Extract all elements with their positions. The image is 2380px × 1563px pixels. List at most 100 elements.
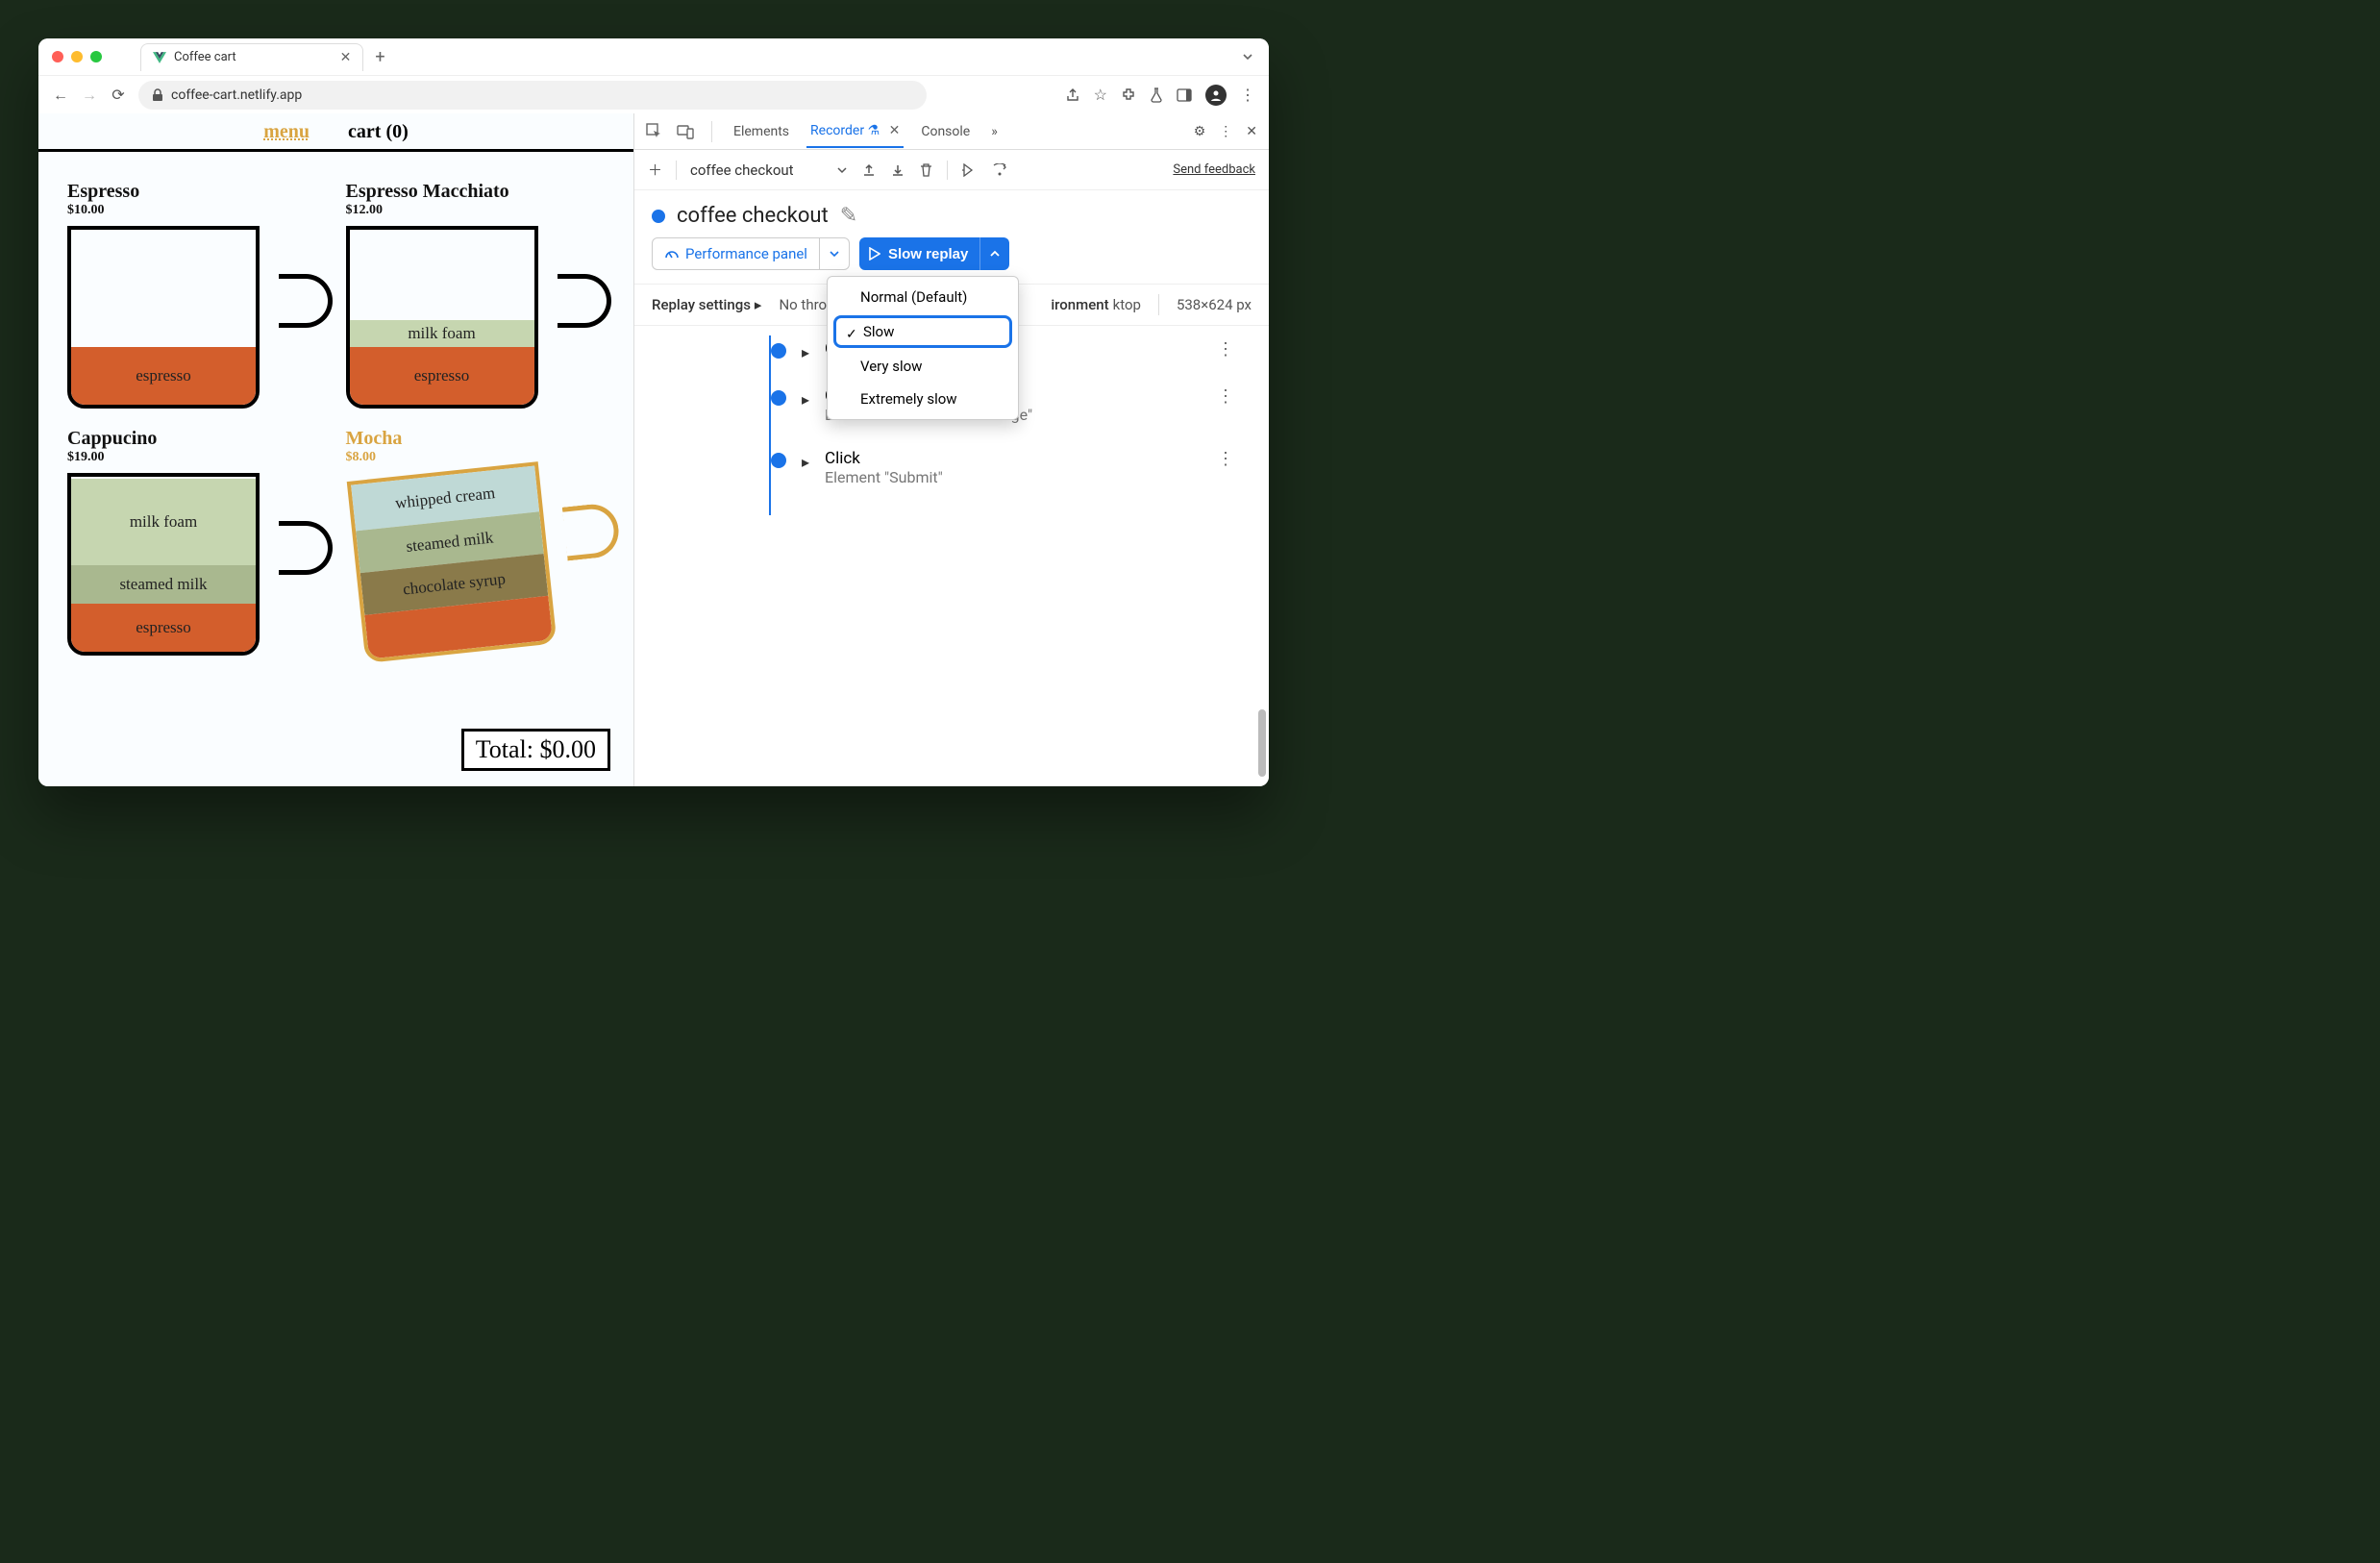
delete-icon[interactable] xyxy=(919,162,933,178)
tabs-overflow-icon[interactable] xyxy=(1240,49,1255,64)
product-name: Cappucino xyxy=(67,428,327,450)
nav-menu-link[interactable]: menu xyxy=(263,121,310,143)
perf-panel-button[interactable]: Performance panel xyxy=(652,237,820,270)
actions-row: Performance panel Slow replay xyxy=(634,237,1269,284)
close-devtools-icon[interactable]: ✕ xyxy=(1246,124,1257,139)
replay-speed-option[interactable]: Very slow xyxy=(828,350,1018,383)
expand-step-icon[interactable]: ▸ xyxy=(802,390,809,409)
product-card[interactable]: Espresso Macchiato$12.00 milk foamespress… xyxy=(346,181,606,409)
product-name: Mocha xyxy=(346,428,606,450)
total-display: Total: $0.00 xyxy=(461,729,610,771)
export-icon[interactable] xyxy=(861,162,877,178)
tab-elements[interactable]: Elements xyxy=(730,124,793,139)
expand-step-icon[interactable]: ▸ xyxy=(802,453,809,471)
recorder-toolbar: ＋ coffee checkout Send feedback xyxy=(634,150,1269,190)
back-button[interactable]: ← xyxy=(52,86,69,105)
product-price: $19.00 xyxy=(67,450,327,465)
page-nav: menu cart (0) xyxy=(38,113,633,152)
reload-button[interactable]: ⟳ xyxy=(110,86,127,104)
step-more-icon[interactable]: ⋮ xyxy=(1217,386,1234,407)
replay-speed-option[interactable]: Normal (Default) xyxy=(828,281,1018,313)
traffic-min-icon[interactable] xyxy=(71,51,83,62)
product-price: $10.00 xyxy=(67,203,327,218)
close-recorder-tab-icon[interactable]: ✕ xyxy=(889,123,901,138)
devtools-tabs: Elements Recorder ⚗ ✕ Console » ⚙ ⋮ ✕ xyxy=(634,113,1269,150)
import-icon[interactable] xyxy=(890,162,905,178)
url-box[interactable]: coffee-cart.netlify.app xyxy=(138,81,927,110)
recording-status-dot-icon xyxy=(652,210,665,223)
tabs-more-icon[interactable]: » xyxy=(987,124,1002,139)
timeline-step[interactable]: ▸ClickElement "Submit"⋮ xyxy=(771,449,1246,486)
env-desktop: ktop xyxy=(1113,296,1141,313)
send-feedback-link[interactable]: Send feedback xyxy=(1173,162,1255,177)
product-card[interactable]: Mocha$8.00whipped creamsteamed milkchoco… xyxy=(346,428,606,656)
address-bar: ← → ⟳ coffee-cart.netlify.app ☆ ⋮ xyxy=(38,75,1269,113)
flask-icon: ⚗ xyxy=(868,123,880,138)
nav-cart-link[interactable]: cart (0) xyxy=(348,121,409,143)
cup-layer: steamed milk xyxy=(71,565,256,604)
device-toolbar-icon[interactable] xyxy=(677,124,694,139)
step-over-icon[interactable] xyxy=(961,163,979,177)
vue-logo-icon xyxy=(153,52,166,63)
forward-button: → xyxy=(81,86,98,105)
check-icon: ✓ xyxy=(846,327,857,342)
coffee-cup-icon: milk foamsteamed milkespresso xyxy=(67,473,298,656)
expand-step-icon[interactable]: ▸ xyxy=(802,343,809,361)
recording-title: coffee checkout xyxy=(677,204,829,228)
inspect-element-icon[interactable] xyxy=(646,123,663,140)
labs-flask-icon[interactable] xyxy=(1150,87,1163,103)
product-name: Espresso Macchiato xyxy=(346,181,606,203)
devtools-kebab-icon[interactable]: ⋮ xyxy=(1219,124,1232,139)
profile-avatar[interactable] xyxy=(1205,85,1227,106)
edit-title-icon[interactable]: ✎ xyxy=(840,204,857,228)
recording-select-name: coffee checkout xyxy=(690,161,794,179)
tab-title: Coffee cart xyxy=(174,50,236,64)
step-more-icon[interactable]: ⋮ xyxy=(1217,339,1234,360)
chevron-right-icon: ▸ xyxy=(755,296,762,313)
step-more-icon[interactable]: ⋮ xyxy=(1217,449,1234,469)
replay-speed-option[interactable]: Extremely slow xyxy=(828,383,1018,415)
side-panel-icon[interactable] xyxy=(1177,88,1192,102)
perf-panel-dropdown[interactable] xyxy=(820,237,850,270)
coffee-cup-icon: espresso xyxy=(67,226,298,409)
replay-button[interactable]: Slow replay xyxy=(859,237,979,270)
play-icon xyxy=(869,247,880,260)
extensions-icon[interactable] xyxy=(1121,87,1136,103)
browser-tab[interactable]: Coffee cart ✕ xyxy=(140,43,363,71)
scrollbar-thumb[interactable] xyxy=(1258,709,1266,777)
bookmark-star-icon[interactable]: ☆ xyxy=(1094,86,1107,104)
step-into-icon[interactable] xyxy=(992,163,1009,177)
step-node-icon xyxy=(771,453,786,468)
product-card[interactable]: Espresso$10.00espresso xyxy=(67,181,327,409)
product-price: $12.00 xyxy=(346,203,606,218)
step-subtitle: Element "Submit" xyxy=(825,468,943,486)
kebab-menu-icon[interactable]: ⋮ xyxy=(1240,86,1255,104)
new-tab-button[interactable]: + xyxy=(375,47,384,67)
settings-gear-icon[interactable]: ⚙ xyxy=(1194,124,1206,139)
close-tab-icon[interactable]: ✕ xyxy=(340,50,352,65)
product-card[interactable]: Cappucino$19.00 milk foamsteamed milkespr… xyxy=(67,428,327,656)
replay-speed-option[interactable]: ✓Slow xyxy=(833,315,1012,348)
devtools-panel: Elements Recorder ⚗ ✕ Console » ⚙ ⋮ ✕ ＋ … xyxy=(634,113,1269,786)
tab-console[interactable]: Console xyxy=(917,124,974,139)
replay-settings-toggle[interactable]: Replay settings ▸ xyxy=(652,296,761,313)
timeline-line xyxy=(769,335,771,515)
share-icon[interactable] xyxy=(1065,87,1080,103)
environment-label: ironment xyxy=(1051,296,1108,313)
traffic-close-icon[interactable] xyxy=(52,51,63,62)
traffic-max-icon[interactable] xyxy=(90,51,102,62)
url-text: coffee-cart.netlify.app xyxy=(171,87,302,103)
cup-layer: espresso xyxy=(71,347,256,405)
replay-dropdown-button[interactable] xyxy=(979,237,1009,270)
recording-dropdown-icon[interactable] xyxy=(836,164,848,176)
replay-speed-menu: Normal (Default)✓SlowVery slowExtremely … xyxy=(827,276,1019,420)
lock-icon xyxy=(152,88,163,102)
tab-recorder[interactable]: Recorder ⚗ ✕ xyxy=(806,123,904,148)
gauge-icon xyxy=(664,246,680,261)
cup-layer: milk foam xyxy=(350,320,534,347)
new-recording-icon[interactable]: ＋ xyxy=(648,160,662,180)
cup-layer: milk foam xyxy=(71,479,256,565)
recording-header: coffee checkout ✎ xyxy=(634,190,1269,237)
coffee-cup-icon: milk foamespresso xyxy=(346,226,577,409)
viewport-dims: 538×624 px xyxy=(1177,296,1252,313)
